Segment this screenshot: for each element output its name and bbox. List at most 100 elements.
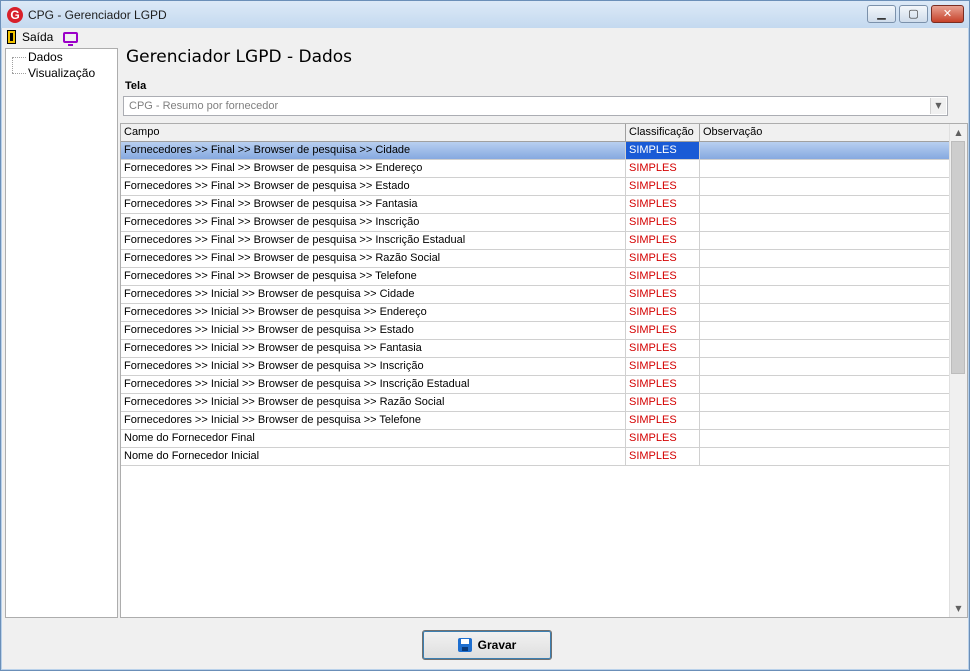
column-header-campo[interactable]: Campo [121,124,626,141]
table-cell-campo[interactable]: Fornecedores >> Final >> Browser de pesq… [121,178,626,195]
monitor-icon [63,31,78,46]
table-cell-classificacao[interactable]: SIMPLES [626,268,700,285]
dropdown-arrow-icon[interactable]: ▼ [930,98,946,114]
table-cell-classificacao[interactable]: SIMPLES [626,412,700,429]
table-row[interactable]: Fornecedores >> Inicial >> Browser de pe… [121,394,950,412]
table-cell-campo[interactable]: Fornecedores >> Inicial >> Browser de pe… [121,304,626,321]
table-cell-campo[interactable]: Fornecedores >> Final >> Browser de pesq… [121,160,626,177]
table-cell-classificacao[interactable]: SIMPLES [626,214,700,231]
table-cell-observacao[interactable] [700,340,950,357]
table-cell-observacao[interactable] [700,196,950,213]
table-row[interactable]: Nome do Fornecedor Final SIMPLES [121,430,950,448]
table-cell-classificacao[interactable]: SIMPLES [626,304,700,321]
table-cell-observacao[interactable] [700,448,950,465]
table-cell-observacao[interactable] [700,286,950,303]
table-cell-observacao[interactable] [700,376,950,393]
table-row[interactable]: Fornecedores >> Final >> Browser de pesq… [121,268,950,286]
table-row[interactable]: Fornecedores >> Inicial >> Browser de pe… [121,286,950,304]
table-cell-classificacao[interactable]: SIMPLES [626,160,700,177]
scroll-up-arrow-icon[interactable]: ▲ [950,124,967,141]
table-cell-observacao[interactable] [700,250,950,267]
window-title: CPG - Gerenciador LGPD [28,8,167,22]
table-row[interactable]: Fornecedores >> Final >> Browser de pesq… [121,196,950,214]
table-cell-campo[interactable]: Fornecedores >> Final >> Browser de pesq… [121,214,626,231]
table-cell-campo[interactable]: Fornecedores >> Inicial >> Browser de pe… [121,394,626,411]
table-row[interactable]: Fornecedores >> Inicial >> Browser de pe… [121,412,950,430]
table-cell-campo[interactable]: Fornecedores >> Inicial >> Browser de pe… [121,340,626,357]
table-row[interactable]: Nome do Fornecedor Inicial SIMPLES [121,448,950,466]
table-cell-observacao[interactable] [700,214,950,231]
table-cell-campo[interactable]: Fornecedores >> Inicial >> Browser de pe… [121,322,626,339]
table-cell-observacao[interactable] [700,268,950,285]
tela-label: Tela [125,80,147,92]
table-row[interactable]: Fornecedores >> Final >> Browser de pesq… [121,178,950,196]
table-cell-observacao[interactable] [700,160,950,177]
table-cell-classificacao[interactable]: SIMPLES [626,376,700,393]
table-cell-classificacao[interactable]: SIMPLES [626,142,700,159]
client-area: Saída Dados Visualização Gerenciador LGP… [2,28,968,669]
exit-menu-item[interactable]: Saída [7,28,53,46]
table-cell-classificacao[interactable]: SIMPLES [626,430,700,447]
table-cell-campo[interactable]: Fornecedores >> Final >> Browser de pesq… [121,142,626,159]
table-row[interactable]: Fornecedores >> Inicial >> Browser de pe… [121,322,950,340]
table-cell-observacao[interactable] [700,178,950,195]
table-cell-classificacao[interactable]: SIMPLES [626,286,700,303]
table-cell-observacao[interactable] [700,232,950,249]
app-window: G CPG - Gerenciador LGPD ▁ ▢ ✕ Saída Dad… [0,0,970,671]
minimize-button[interactable]: ▁ [867,5,896,23]
table-cell-classificacao[interactable]: SIMPLES [626,232,700,249]
table-row[interactable]: Fornecedores >> Inicial >> Browser de pe… [121,358,950,376]
table-cell-observacao[interactable] [700,394,950,411]
table-row[interactable]: Fornecedores >> Inicial >> Browser de pe… [121,340,950,358]
table-cell-campo[interactable]: Nome do Fornecedor Final [121,430,626,447]
column-header-observacao[interactable]: Observação [700,124,950,141]
table-row[interactable]: Fornecedores >> Final >> Browser de pesq… [121,142,950,160]
table-cell-classificacao[interactable]: SIMPLES [626,448,700,465]
table-cell-campo[interactable]: Nome do Fornecedor Inicial [121,448,626,465]
table-cell-classificacao[interactable]: SIMPLES [626,394,700,411]
table-cell-observacao[interactable] [700,358,950,375]
scroll-down-arrow-icon[interactable]: ▼ [950,600,967,617]
table-cell-classificacao[interactable]: SIMPLES [626,358,700,375]
scroll-thumb[interactable] [951,141,965,374]
table-cell-campo[interactable]: Fornecedores >> Final >> Browser de pesq… [121,196,626,213]
maximize-button[interactable]: ▢ [899,5,928,23]
table-cell-classificacao[interactable]: SIMPLES [626,322,700,339]
table-cell-observacao[interactable] [700,430,950,447]
table-cell-campo[interactable]: Fornecedores >> Inicial >> Browser de pe… [121,358,626,375]
monitor-menu-item[interactable] [63,28,78,46]
grid-header: Campo Classificação Observação [121,124,950,142]
column-header-classificacao[interactable]: Classificação [626,124,700,141]
table-cell-campo[interactable]: Fornecedores >> Inicial >> Browser de pe… [121,412,626,429]
tela-select[interactable]: CPG - Resumo por fornecedor ▼ [123,96,948,116]
tree-item-visualizacao[interactable]: Visualização [12,65,95,81]
table-cell-campo[interactable]: Fornecedores >> Final >> Browser de pesq… [121,268,626,285]
table-cell-observacao[interactable] [700,322,950,339]
table-cell-campo[interactable]: Fornecedores >> Final >> Browser de pesq… [121,232,626,249]
title-bar[interactable]: G CPG - Gerenciador LGPD ▁ ▢ ✕ [1,1,969,28]
table-row[interactable]: Fornecedores >> Inicial >> Browser de pe… [121,376,950,394]
table-cell-classificacao[interactable]: SIMPLES [626,250,700,267]
app-logo-icon: G [7,7,23,23]
table-row[interactable]: Fornecedores >> Final >> Browser de pesq… [121,160,950,178]
floppy-disk-icon [457,638,472,652]
table-row[interactable]: Fornecedores >> Final >> Browser de pesq… [121,232,950,250]
table-row[interactable]: Fornecedores >> Inicial >> Browser de pe… [121,304,950,322]
data-grid: Campo Classificação Observação Fornecedo… [120,123,968,618]
table-cell-campo[interactable]: Fornecedores >> Inicial >> Browser de pe… [121,376,626,393]
navigation-tree: Dados Visualização [5,48,118,618]
table-cell-classificacao[interactable]: SIMPLES [626,178,700,195]
table-row[interactable]: Fornecedores >> Final >> Browser de pesq… [121,250,950,268]
table-cell-observacao[interactable] [700,142,950,159]
table-cell-observacao[interactable] [700,304,950,321]
close-button[interactable]: ✕ [931,5,964,23]
table-cell-campo[interactable]: Fornecedores >> Final >> Browser de pesq… [121,250,626,267]
table-cell-observacao[interactable] [700,412,950,429]
table-cell-classificacao[interactable]: SIMPLES [626,196,700,213]
table-cell-classificacao[interactable]: SIMPLES [626,340,700,357]
tree-item-dados[interactable]: Dados [12,49,63,65]
save-button[interactable]: Gravar [422,630,552,660]
vertical-scrollbar[interactable]: ▲ ▼ [949,124,967,617]
table-cell-campo[interactable]: Fornecedores >> Inicial >> Browser de pe… [121,286,626,303]
table-row[interactable]: Fornecedores >> Final >> Browser de pesq… [121,214,950,232]
